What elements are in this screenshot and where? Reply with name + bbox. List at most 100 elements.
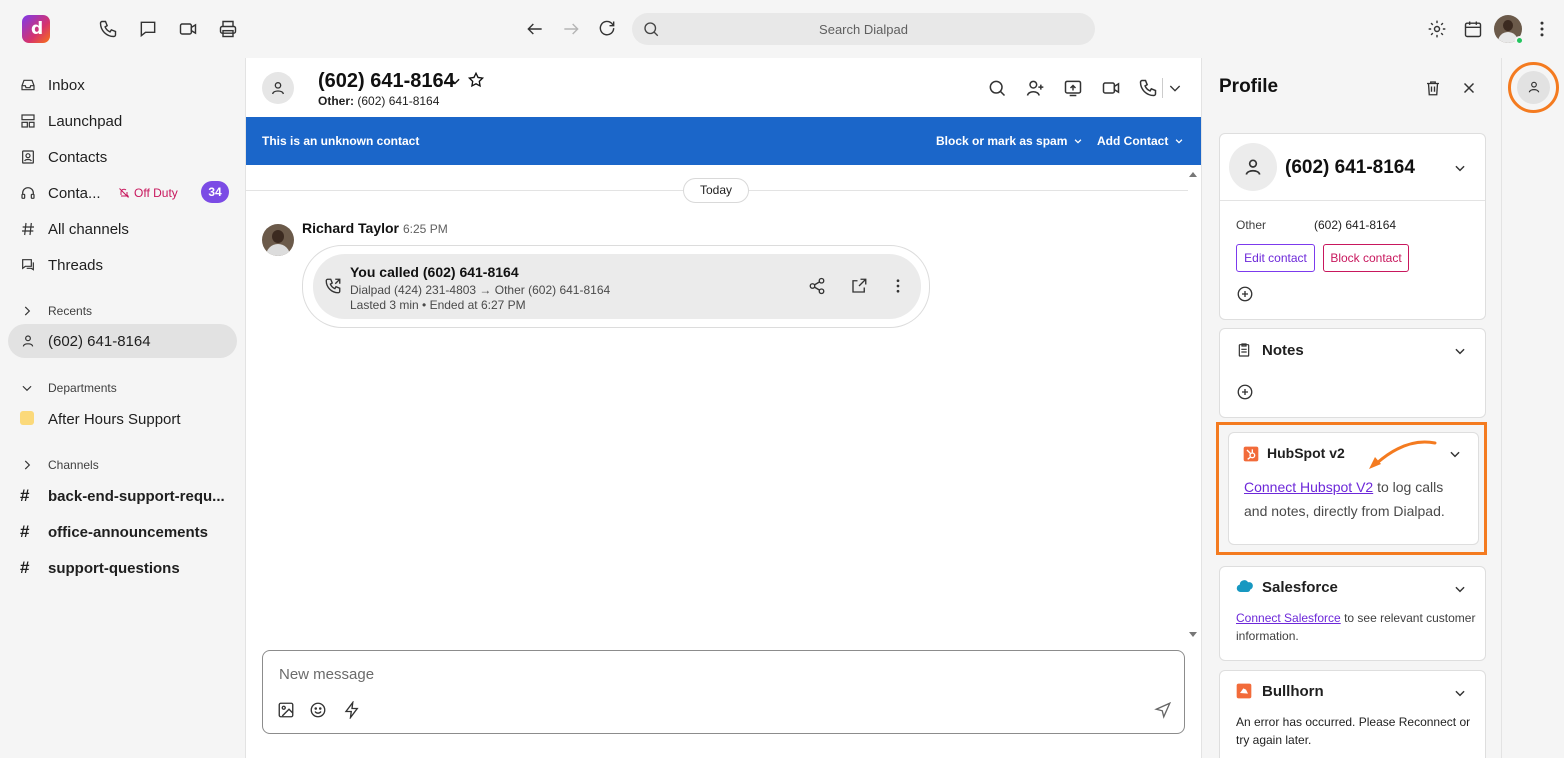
sidebar-item-launchpad[interactable]: Launchpad [8,104,237,138]
phone-type-label: Other [1236,218,1267,232]
channel-item[interactable]: # office-announcements [8,515,237,549]
top-bar: d Search Dialpad [0,0,1564,58]
off-duty-status[interactable]: Off Duty [118,186,178,200]
call-options-chevron-icon[interactable] [1167,78,1187,98]
sidebar-item-label: All channels [48,221,129,238]
lightning-icon[interactable] [343,701,361,719]
search-icon[interactable] [987,78,1007,98]
search-placeholder: Search Dialpad [819,22,908,37]
screen-share-icon[interactable] [1063,78,1083,98]
more-vertical-icon[interactable] [1532,19,1552,39]
block-spam-dropdown[interactable]: Block or mark as spam [936,134,1083,148]
video-icon[interactable] [178,19,198,39]
sidebar-item-label: Contacts [48,149,108,166]
chevron-down-icon[interactable] [1453,686,1467,700]
block-contact-button[interactable]: Block contact [1323,244,1409,272]
recent-item-contact[interactable]: (602) 641-8164 [8,324,237,358]
phone-icon[interactable] [98,19,118,39]
image-attach-icon[interactable] [277,701,295,719]
profile-rail-button[interactable] [1508,62,1559,113]
call-route: Dialpad (424) 231-4803 → Other (602) 641… [350,283,611,297]
subtitle-label: Other: [318,94,354,108]
salesforce-title: Salesforce [1262,579,1338,596]
send-icon[interactable] [1154,701,1172,719]
launchpad-icon [20,113,36,129]
recents-label: Recents [48,304,93,318]
video-call-icon[interactable] [1101,78,1121,98]
unread-count-badge: 34 [201,181,229,203]
contact-number: (602) 641-8164 [1285,157,1415,178]
search-bar[interactable]: Search Dialpad [632,13,1095,45]
refresh-icon[interactable] [597,19,617,39]
departments-label: Departments [48,381,117,395]
back-arrow-icon[interactable] [525,19,545,39]
chevron-down-icon[interactable] [1453,344,1467,358]
sidebar-item-inbox[interactable]: Inbox [8,68,237,102]
channel-item[interactable]: # back-end-support-requ... [8,479,237,513]
banner-text: This is an unknown contact [262,134,420,148]
trash-icon[interactable] [1424,79,1442,97]
bullhorn-error-text: An error has occurred. Please Reconnect … [1236,715,1471,747]
bullhorn-logo-icon [1236,683,1252,699]
add-note-icon[interactable] [1236,383,1254,401]
sidebar-item-label: Conta... [48,185,101,202]
close-icon[interactable] [1460,79,1478,97]
department-item[interactable]: After Hours Support [8,402,237,436]
subtitle-value: (602) 641-8164 [357,94,440,108]
sidebar-item-label: Threads [48,257,104,274]
conversation-title[interactable]: (602) 641-8164 [318,70,455,93]
composer-placeholder: New message [279,666,375,683]
more-vertical-icon[interactable] [889,277,907,295]
department-color-swatch [20,411,34,425]
settings-gear-icon[interactable] [1427,19,1447,39]
sender-avatar[interactable] [262,224,294,256]
channel-item[interactable]: # support-questions [8,551,237,585]
bullhorn-title: Bullhorn [1262,683,1324,700]
threads-icon [20,257,36,273]
profile-panel: Profile (602) 641-8164 Other (602) 641-8… [1201,58,1501,758]
message-icon[interactable] [138,19,158,39]
divider [1162,78,1163,98]
scroll-up-arrow-icon[interactable] [1188,170,1198,180]
forward-arrow-icon[interactable] [561,19,581,39]
call-log-body[interactable]: You called (602) 641-8164 Dialpad (424) … [313,254,921,319]
sidebar: Inbox Launchpad Contacts Conta... Off Du… [0,58,246,758]
sidebar-item-threads[interactable]: Threads [8,248,237,282]
chevron-down-icon[interactable] [1453,161,1467,175]
title-chevron-down-icon[interactable] [448,74,462,88]
chevron-down-icon[interactable] [1453,582,1467,596]
add-person-icon[interactable] [1025,78,1045,98]
profile-title: Profile [1219,76,1279,97]
message-composer[interactable]: New message [262,650,1185,734]
conversation-title-text: (602) 641-8164 [318,70,455,92]
right-rail [1501,58,1564,758]
channel-label: back-end-support-requ... [48,488,225,505]
bullhorn-card: Bullhorn An error has occurred. Please R… [1219,670,1486,758]
edit-contact-button[interactable]: Edit contact [1236,244,1315,272]
star-icon[interactable] [467,71,485,89]
dialpad-logo[interactable]: d [22,15,50,43]
share-icon[interactable] [808,277,826,295]
department-item-label: After Hours Support [48,411,181,428]
contact-avatar[interactable] [262,72,294,104]
chevron-right-icon [20,304,34,318]
chevron-down-icon [20,381,34,395]
sidebar-item-all-channels[interactable]: All channels [8,212,237,246]
emoji-icon[interactable] [309,701,327,719]
open-external-icon[interactable] [850,277,868,295]
divider [1220,200,1485,201]
inbox-icon [20,77,36,93]
add-contact-dropdown[interactable]: Add Contact [1097,134,1184,148]
printer-icon[interactable] [218,19,238,39]
add-circle-icon[interactable] [1236,285,1254,303]
sender-name[interactable]: Richard Taylor [302,220,399,236]
sidebar-item-contacts[interactable]: Contacts [8,140,237,174]
call-icon[interactable] [1138,78,1158,98]
calendar-icon[interactable] [1463,19,1483,39]
chevron-down-icon [1073,136,1083,146]
salesforce-card: Salesforce Connect Salesforce to see rel… [1219,566,1486,661]
scroll-down-arrow-icon[interactable] [1188,629,1198,639]
message-header: Richard Taylor 6:25 PM [302,220,448,236]
contacts-icon [20,149,36,165]
connect-salesforce-link[interactable]: Connect Salesforce [1236,611,1341,625]
